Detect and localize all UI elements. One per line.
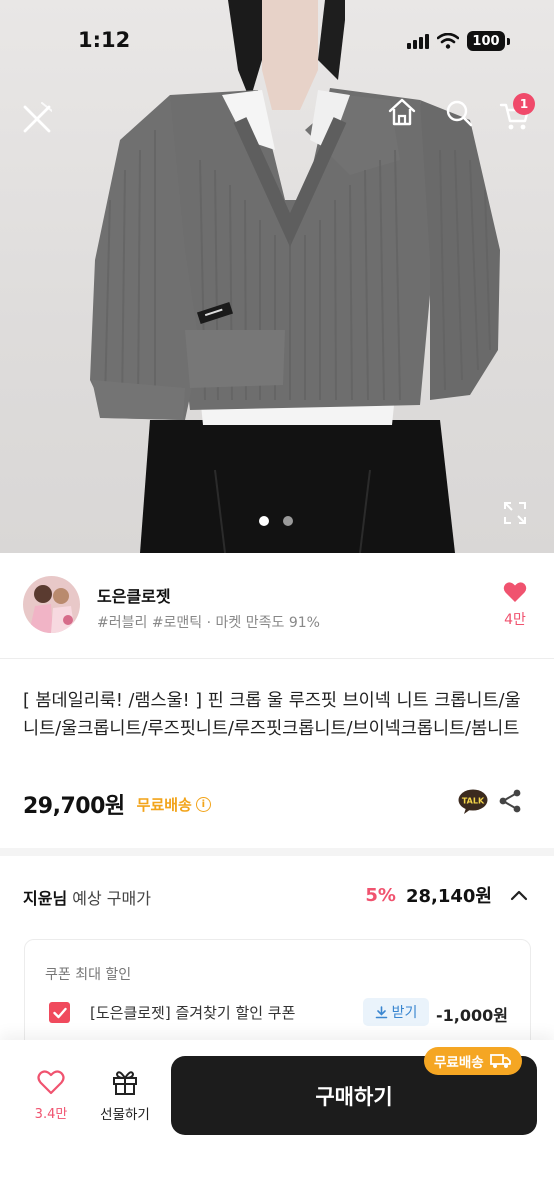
heart-icon [503, 582, 527, 602]
info-icon[interactable]: i [195, 796, 211, 812]
status-bar: 1:12 100 [0, 0, 554, 80]
coupon-title: 쿠폰 최대 할인 [45, 967, 132, 983]
gift-label: 선물하기 [100, 1107, 150, 1123]
product-info: [ 봄데일리룩! /램스울! ] 핀 크롭 울 루즈핏 브이넥 니트 크롭니트/… [0, 660, 554, 856]
download-label: 받기 [391, 1005, 418, 1021]
search-icon[interactable] [444, 98, 474, 128]
shop-avatar[interactable] [23, 576, 80, 633]
shop-name[interactable]: 도은클로젯 [97, 583, 171, 607]
gift-button[interactable]: 선물하기 [94, 1068, 156, 1123]
shop-like-button[interactable]: 4만 [500, 581, 530, 629]
shop-info-row[interactable]: 도은클로젯 #러블리 #로맨틱 · 마켓 만족도 91% 4만 [0, 553, 554, 659]
download-icon [375, 1005, 387, 1018]
share-icon[interactable] [497, 788, 523, 818]
product-price: 29,700원 [23, 794, 125, 819]
shop-like-count: 4만 [504, 612, 526, 628]
product-title: [ 봄데일리룩! /램스울! ] 핀 크롭 울 루즈핏 브이넥 니트 크롭니트/… [23, 691, 521, 739]
cart-count-badge: 1 [513, 93, 535, 115]
pagination-dot[interactable] [283, 516, 293, 526]
coupon-download-button[interactable]: 받기 [363, 998, 429, 1026]
close-icon[interactable] [22, 101, 52, 135]
gallery-pagination [259, 516, 293, 526]
expand-icon[interactable] [503, 501, 527, 525]
coupon-amount: -1,000원 [436, 1006, 508, 1025]
discount-percent: 5% [365, 884, 396, 906]
checkbox-icon[interactable] [49, 1002, 70, 1023]
estimated-price-label: 지윤님 예상 구매가 [23, 885, 151, 909]
estimated-price: 28,140원 [405, 886, 492, 907]
shipping-chip-label: 무료배송 [434, 1055, 484, 1071]
bottom-action-bar: 3.4만 선물하기 구매하기 무료배송 [0, 1040, 554, 1200]
product-image-gallery[interactable]: 1:12 100 1 [0, 0, 554, 553]
product-photo [90, 0, 500, 553]
battery-nub [507, 37, 510, 45]
pagination-dot[interactable] [259, 516, 269, 526]
estimate-label: 예상 구매가 [72, 889, 151, 908]
price-row: 29,700원 무료배송 i [23, 788, 211, 820]
heart-outline-icon [37, 1070, 65, 1095]
talk-label: TALK [462, 797, 485, 806]
coupon-name: [도은클로젯] 즐겨찾기 할인 쿠폰 [90, 1004, 296, 1022]
status-icons: 100 [407, 31, 510, 51]
status-time: 1:12 [78, 28, 131, 52]
chevron-up-icon[interactable] [508, 884, 530, 906]
product-like-button[interactable]: 3.4만 [28, 1070, 74, 1122]
estimated-price-toggle[interactable]: 5% 28,140원 [365, 882, 530, 908]
home-icon[interactable] [386, 96, 418, 128]
wifi-icon [437, 33, 459, 49]
truck-icon [489, 1054, 511, 1068]
free-shipping-chip: 무료배송 [424, 1047, 522, 1075]
signal-icon [407, 33, 429, 49]
kakaotalk-icon[interactable]: TALK [458, 789, 488, 815]
free-shipping-label: 무료배송 [136, 795, 192, 814]
product-like-count: 3.4만 [34, 1107, 68, 1122]
shop-tags: #러블리 #로맨틱 · 마켓 만족도 91% [97, 615, 320, 631]
user-name: 지윤님 [23, 889, 68, 908]
gift-icon [113, 1071, 137, 1095]
battery-indicator: 100 [467, 31, 505, 51]
